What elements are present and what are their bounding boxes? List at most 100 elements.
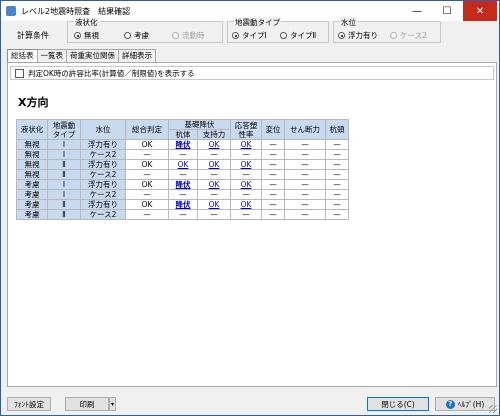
resize-grip[interactable] [489, 405, 497, 413]
cell-seis: Ⅱ [47, 199, 81, 210]
result-link[interactable]: 降伏 [176, 140, 191, 149]
cell-total: — [125, 169, 169, 180]
cell-support: — [197, 189, 231, 200]
radio-icon [172, 32, 179, 39]
cell-pile: 降伏 [168, 199, 198, 210]
cell-disp: — [261, 149, 285, 160]
cell-water: 浮力有り [80, 139, 126, 150]
cell-seis: Ⅱ [47, 209, 81, 220]
cell-support: OK [197, 179, 231, 190]
cell-pile: — [168, 209, 198, 220]
radio-selected-icon [338, 32, 345, 39]
table-row: 考慮 Ⅱ ケース2— — — — — — — [16, 209, 349, 220]
cell-support: — [197, 169, 231, 180]
col-foundation-yield: 基礎降伏 [168, 119, 231, 130]
cell-seis: Ⅱ [47, 169, 81, 180]
cell-head: — [325, 139, 349, 150]
result-link[interactable]: 降伏 [176, 180, 191, 189]
radio-liq-flow: 流動時 [172, 30, 205, 41]
cell-liq: 考慮 [16, 199, 48, 210]
cell-water: ケース2 [80, 189, 126, 200]
tab-load-relation[interactable]: 荷重実位関係 [66, 49, 119, 62]
cell-pile: 降伏 [168, 179, 198, 190]
result-link[interactable]: OK [209, 140, 220, 149]
cell-support: — [197, 149, 231, 160]
table-row: 考慮 Ⅰ ケース2— — — — — — — [16, 189, 349, 200]
cell-total: OK [125, 159, 169, 170]
direction-title: X方向 [18, 96, 49, 109]
cell-seis: Ⅱ [47, 159, 81, 170]
tab-list[interactable]: 一覧表 [36, 49, 67, 62]
help-icon: ? [445, 399, 455, 409]
result-link[interactable]: 降伏 [176, 200, 191, 209]
cell-resp: OK [230, 159, 262, 170]
seismic-type-group-title: 地震動タイプ [234, 17, 281, 28]
table-row: 考慮 Ⅰ 浮力有り OK 降伏 OK OK — — — [16, 179, 349, 190]
cell-seis: Ⅰ [47, 149, 81, 160]
cell-support: — [197, 209, 231, 220]
cell-pile: — [168, 169, 198, 180]
app-icon [6, 6, 16, 16]
cell-total: — [125, 209, 169, 220]
cell-liq: 無視 [16, 159, 48, 170]
cell-head: — [325, 149, 349, 160]
maximize-button[interactable]: ☐ [433, 1, 461, 21]
result-link[interactable]: OK [241, 160, 252, 169]
cell-water: 浮力有り [80, 179, 126, 190]
radio-seismic-type1[interactable]: タイプⅠ [232, 30, 267, 41]
col-bearing-capacity: 支持力 [197, 129, 231, 140]
result-link[interactable]: OK [178, 160, 189, 169]
liquefaction-group: 液状化 無視 考慮 流動時 [67, 17, 223, 43]
radio-selected-icon [74, 32, 81, 39]
col-water-level: 水位 [80, 119, 126, 140]
radio-icon [124, 32, 131, 39]
cell-liq: 考慮 [16, 189, 48, 200]
font-settings-button[interactable]: ﾌｫﾝﾄ設定 [7, 397, 51, 411]
cell-resp: — [230, 209, 262, 220]
col-displacement: 変位 [261, 119, 285, 140]
ratio-checkbox[interactable] [15, 68, 24, 78]
radio-icon [280, 32, 287, 39]
cell-liq: 考慮 [16, 179, 48, 190]
cell-total: OK [125, 139, 169, 150]
cell-resp: OK [230, 179, 262, 190]
cell-pile: OK [168, 159, 198, 170]
result-link[interactable]: OK [241, 140, 252, 149]
radio-selected-icon [232, 32, 239, 39]
tab-summary[interactable]: 総括表 [7, 49, 38, 63]
tab-strip: 総括表 一覧表 荷重実位関係 詳細表示 [7, 49, 156, 63]
cell-head: — [325, 189, 349, 200]
cell-disp: — [261, 159, 285, 170]
result-link[interactable]: OK [241, 180, 252, 189]
tab-detail[interactable]: 詳細表示 [118, 49, 156, 62]
radio-seismic-type2[interactable]: タイプⅡ [280, 30, 316, 41]
ratio-checkbox-label: 判定OK時の許容比率(計算値／制限値)を表示する [28, 68, 195, 78]
close-button[interactable]: 閉じる(C) [367, 397, 429, 411]
button-bar: ﾌｫﾝﾄ設定 印刷 ▾ 閉じる(C) ? ﾍﾙﾌﾟ(H) [1, 387, 499, 415]
cell-resp: — [230, 149, 262, 160]
result-link[interactable]: OK [241, 200, 252, 209]
result-link[interactable]: OK [209, 160, 220, 169]
cell-water: ケース2 [80, 209, 126, 220]
summary-panel: 判定OK時の許容比率(計算値／制限値)を表示する X方向 液状化 地震動タイプ … [7, 62, 497, 387]
cell-seis: Ⅰ [47, 139, 81, 150]
close-window-button[interactable]: ✕ [463, 1, 497, 21]
cell-shear: — [284, 189, 326, 200]
radio-water-buoyancy[interactable]: 浮力有り [338, 30, 378, 41]
result-link[interactable]: OK [209, 180, 220, 189]
radio-water-case2: ケース2 [390, 30, 427, 41]
result-link[interactable]: OK [209, 200, 220, 209]
cell-head: — [325, 199, 349, 210]
cell-resp: OK [230, 139, 262, 150]
calc-conditions-bar: 計算条件 液状化 無視 考慮 流動時 地震動タイプ タイプⅠ タイプⅡ 水位 浮… [3, 17, 497, 47]
print-button[interactable]: 印刷 [65, 397, 109, 411]
cell-liq: 考慮 [16, 209, 48, 220]
cell-disp: — [261, 179, 285, 190]
cell-shear: — [284, 169, 326, 180]
help-button[interactable]: ? ﾍﾙﾌﾟ(H) [435, 397, 495, 411]
radio-liq-consider[interactable]: 考慮 [124, 30, 149, 41]
print-dropdown-arrow[interactable]: ▾ [109, 397, 116, 411]
radio-icon [390, 32, 397, 39]
radio-liq-ignore[interactable]: 無視 [74, 30, 99, 41]
minimize-button[interactable]: — [403, 1, 431, 21]
